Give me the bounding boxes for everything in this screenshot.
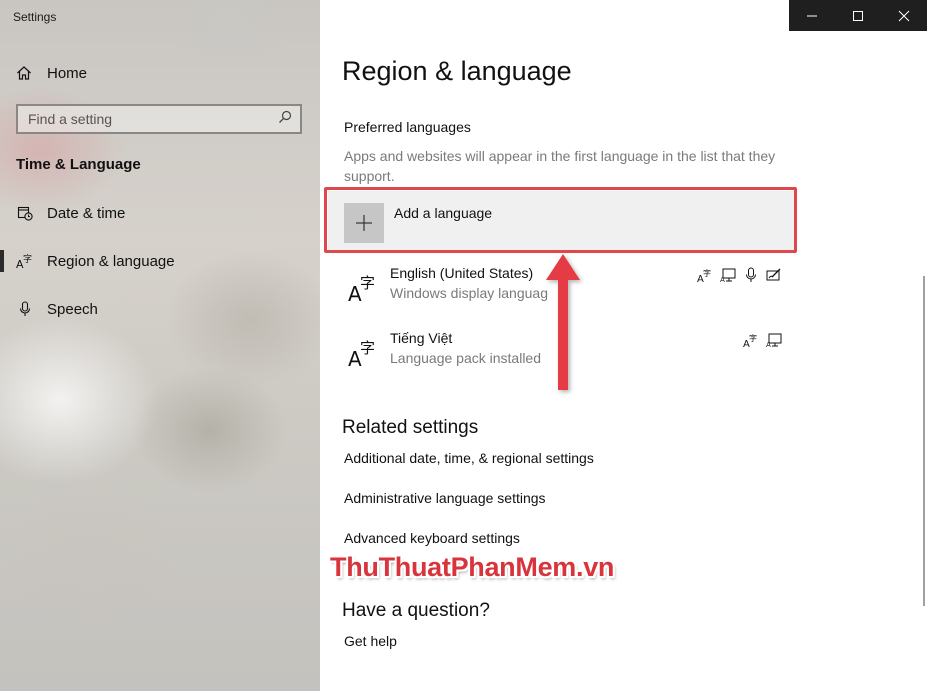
language-status: Windows display languag <box>390 285 548 301</box>
sidebar-item-region-language[interactable]: A字 Region & language <box>16 249 306 273</box>
nav-home[interactable]: Home <box>16 62 296 84</box>
sidebar: Settings Home Time & Language Date & tim… <box>0 0 320 691</box>
svg-text:字: 字 <box>360 339 375 357</box>
sidebar-item-date-time[interactable]: Date & time <box>16 201 306 225</box>
link-advanced-keyboard[interactable]: Advanced keyboard settings <box>344 530 520 546</box>
svg-text:字: 字 <box>360 274 375 292</box>
window-controls <box>789 0 927 31</box>
minimize-button[interactable] <box>789 0 835 31</box>
display-icon: A <box>720 267 736 283</box>
language-name: English (United States) <box>390 265 534 281</box>
page-title: Region & language <box>342 56 572 86</box>
sidebar-item-label: Region & language <box>47 252 175 270</box>
microphone-icon <box>16 300 34 318</box>
svg-text:A: A <box>766 341 771 348</box>
preferred-languages-heading: Preferred languages <box>344 119 471 135</box>
minimize-icon <box>807 15 817 16</box>
language-status: Language pack installed <box>390 350 542 366</box>
question-heading: Have a question? <box>342 600 490 621</box>
plus-icon <box>344 203 384 243</box>
speech-icon <box>743 267 759 283</box>
sidebar-item-label: Speech <box>47 300 98 318</box>
maximize-button[interactable] <box>835 0 881 31</box>
add-language-label: Add a language <box>394 205 493 221</box>
display-icon: A <box>766 332 782 348</box>
language-name: Tiếng Việt <box>390 330 453 346</box>
link-administrative-language[interactable]: Administrative language settings <box>344 490 546 506</box>
language-pack-icon: A字 <box>743 332 759 348</box>
preferred-languages-description: Apps and websites will appear in the fir… <box>344 148 776 184</box>
close-button[interactable] <box>881 0 927 31</box>
maximize-icon <box>853 10 863 21</box>
sidebar-item-speech[interactable]: Speech <box>16 297 306 321</box>
language-features: A字 A <box>697 267 782 283</box>
language-glyph-icon: A 字 <box>348 339 375 368</box>
close-icon <box>898 10 910 21</box>
handwriting-icon <box>766 267 782 283</box>
svg-text:A: A <box>720 276 725 283</box>
link-additional-date-time[interactable]: Additional date, time, & regional settin… <box>344 450 594 466</box>
svg-text:字: 字 <box>703 268 711 278</box>
svg-text:字: 字 <box>23 253 32 265</box>
home-icon <box>16 64 34 82</box>
svg-text:字: 字 <box>749 333 757 343</box>
related-settings-heading: Related settings <box>342 417 479 438</box>
sidebar-item-label: Date & time <box>47 204 126 222</box>
active-indicator <box>0 250 4 272</box>
search-input[interactable] <box>28 111 258 127</box>
date-time-icon <box>16 204 34 222</box>
language-features: A字 A <box>743 332 782 348</box>
search-icon[interactable] <box>278 110 292 129</box>
language-pack-icon: A字 <box>697 267 713 283</box>
scrollbar[interactable] <box>923 276 925 606</box>
add-language-button[interactable]: Add a language <box>328 191 794 251</box>
red-arrow-annotation <box>546 254 580 390</box>
app-title: Settings <box>13 10 57 24</box>
sidebar-section-title: Time & Language <box>16 156 141 173</box>
watermark-logo: ThuThuatPhanMem.vn <box>330 552 615 582</box>
region-language-icon: A字 <box>16 252 34 270</box>
link-get-help[interactable]: Get help <box>344 633 397 649</box>
search-box[interactable] <box>16 104 302 134</box>
language-glyph-icon: A 字 <box>348 274 375 303</box>
home-label: Home <box>47 64 88 82</box>
